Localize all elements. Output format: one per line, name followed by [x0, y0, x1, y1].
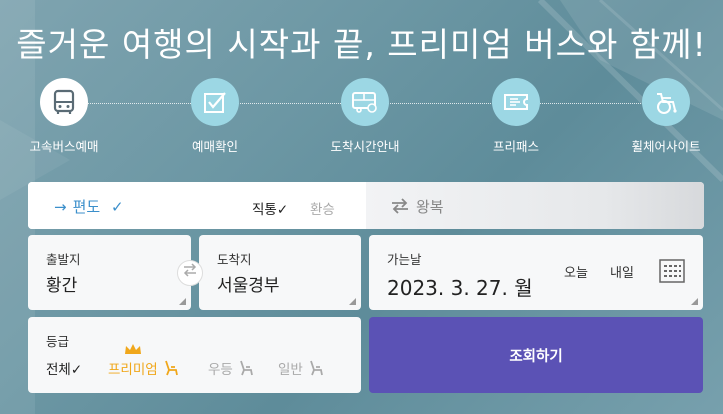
seat-icon — [165, 360, 178, 376]
nav-label: 예매확인 — [191, 139, 238, 154]
bus-icon — [40, 78, 88, 126]
departure-label: 출발지 — [46, 252, 81, 267]
wheelchair-icon — [642, 78, 690, 126]
arrival-value: 서울경부 — [217, 276, 280, 296]
grade-option-all[interactable]: 전체✓ — [46, 358, 82, 378]
crown-icon — [125, 344, 141, 354]
departure-value: 황간 — [46, 276, 78, 296]
roundtrip-label: 왕복 — [416, 198, 444, 216]
grade-option-standard[interactable]: 일반 — [278, 358, 325, 378]
nav-item-wheelchair[interactable]: 휠체어사이트 — [611, 78, 721, 155]
ticket-icon — [492, 78, 540, 126]
oneway-tab[interactable]: → 편도 ✓ 직통✓ 환승 — [28, 182, 366, 229]
nav-label: 고속버스예매 — [29, 139, 99, 154]
nav-label: 도착시간안내 — [330, 139, 400, 154]
seat-icon — [310, 360, 324, 376]
nav-label: 휠체어사이트 — [631, 139, 701, 154]
departure-field[interactable]: 출발지 황간 — [28, 235, 191, 310]
grade-option-deluxe[interactable]: 우등 — [208, 358, 255, 378]
tomorrow-button[interactable]: 내일 — [610, 262, 634, 281]
right-arrow-icon: → — [54, 198, 67, 216]
grade-field: 등급 전체✓ 프리미엄 우등 일반 — [28, 317, 361, 393]
swap-arrows-icon — [392, 198, 408, 214]
date-label: 가는날 — [387, 252, 422, 267]
oneway-label: 편도 — [72, 198, 101, 216]
nav-item-freepass[interactable]: 프리패스 — [461, 78, 571, 155]
roundtrip-option[interactable]: 왕복 — [390, 196, 444, 217]
arrival-field[interactable]: 도착지 서울경부 — [199, 235, 361, 310]
direct-option[interactable]: 직통✓ — [252, 198, 288, 218]
calendar-icon[interactable] — [659, 259, 685, 283]
roundtrip-tab[interactable]: 왕복 — [366, 182, 704, 229]
corner-arrow-icon — [349, 298, 356, 305]
grade-option-label: 프리미엄 — [108, 362, 158, 378]
swap-icon — [183, 263, 197, 277]
swap-locations-button[interactable] — [177, 260, 203, 286]
bus-time-icon — [341, 78, 389, 126]
grade-option-label: 일반 — [278, 362, 303, 378]
check-icon: ✓ — [110, 198, 124, 216]
search-button[interactable]: 조회하기 — [369, 317, 703, 393]
date-field[interactable]: 가는날 2023. 3. 27. 월 오늘 내일 — [369, 235, 703, 310]
service-nav: 고속버스예매 예매확인 도착시간안내 프리패스 휠체어사이트 — [0, 78, 723, 158]
corner-arrow-icon — [179, 298, 186, 305]
corner-arrow-icon — [691, 298, 698, 305]
headline: 즐거운 여행의 시작과 끝, 프리미엄 버스와 함께! — [16, 25, 707, 64]
nav-item-bus-reservation[interactable]: 고속버스예매 — [9, 78, 119, 155]
checkbox-icon — [191, 78, 239, 126]
seat-icon — [240, 360, 254, 376]
date-value: 2023. 3. 27. 월 — [387, 276, 533, 300]
nav-item-reservation-check[interactable]: 예매확인 — [160, 78, 270, 155]
transfer-option[interactable]: 환승 — [310, 198, 335, 218]
grade-option-label: 우등 — [208, 362, 233, 378]
today-button[interactable]: 오늘 — [564, 262, 588, 281]
grade-label: 등급 — [46, 334, 70, 349]
trip-type-panel: → 편도 ✓ 직통✓ 환승 왕복 — [28, 182, 704, 229]
nav-label: 프리패스 — [492, 139, 539, 154]
grade-option-premium[interactable]: 프리미엄 — [108, 358, 180, 378]
nav-item-arrival-time[interactable]: 도착시간안내 — [310, 78, 420, 155]
arrival-label: 도착지 — [217, 252, 252, 267]
oneway-option[interactable]: → 편도 ✓ — [54, 196, 124, 217]
